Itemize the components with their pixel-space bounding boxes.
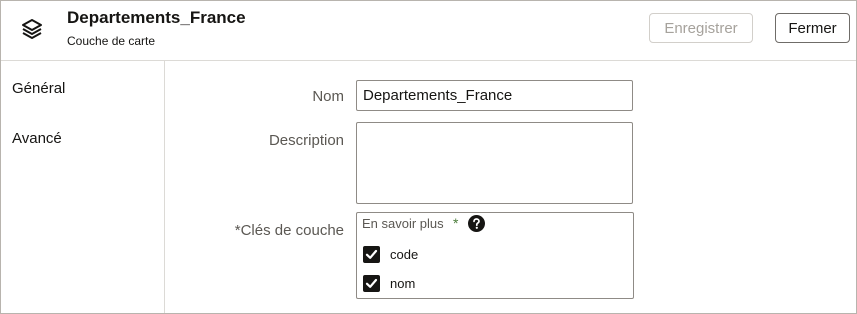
help-icon[interactable] bbox=[468, 215, 485, 232]
learn-more-link[interactable]: En savoir plus bbox=[362, 216, 444, 231]
dialog-subtitle: Couche de carte bbox=[67, 34, 156, 48]
checkbox-checked-icon[interactable] bbox=[363, 245, 380, 263]
key-checkbox-nom[interactable]: nom bbox=[363, 274, 415, 292]
description-textarea[interactable] bbox=[356, 122, 633, 204]
dialog-header: Departements_France Couche de carte Enre… bbox=[1, 1, 856, 61]
layer-keys-label: *Clés de couche bbox=[234, 222, 344, 239]
key-label-nom: nom bbox=[390, 275, 416, 291]
layers-icon bbox=[22, 19, 42, 39]
save-button[interactable]: Enregistrer bbox=[649, 13, 753, 43]
sidebar-nav: Général Avancé bbox=[1, 61, 165, 313]
description-label: Description bbox=[268, 132, 344, 149]
layer-keys-box: En savoir plus * code nom bbox=[356, 212, 634, 299]
sidebar-item-advanced[interactable]: Avancé bbox=[12, 130, 62, 147]
dialog-title: Departements_France bbox=[67, 8, 246, 27]
close-button[interactable]: Fermer bbox=[775, 13, 850, 43]
name-label: Nom bbox=[312, 88, 344, 105]
sidebar-item-general[interactable]: Général bbox=[12, 80, 65, 97]
checkbox-checked-icon[interactable] bbox=[363, 274, 380, 292]
map-layer-dialog: Departements_France Couche de carte Enre… bbox=[0, 0, 857, 314]
name-input[interactable] bbox=[356, 80, 633, 111]
key-label-code: code bbox=[390, 246, 419, 262]
key-checkbox-code[interactable]: code bbox=[363, 245, 418, 263]
required-marker: * bbox=[453, 215, 459, 231]
